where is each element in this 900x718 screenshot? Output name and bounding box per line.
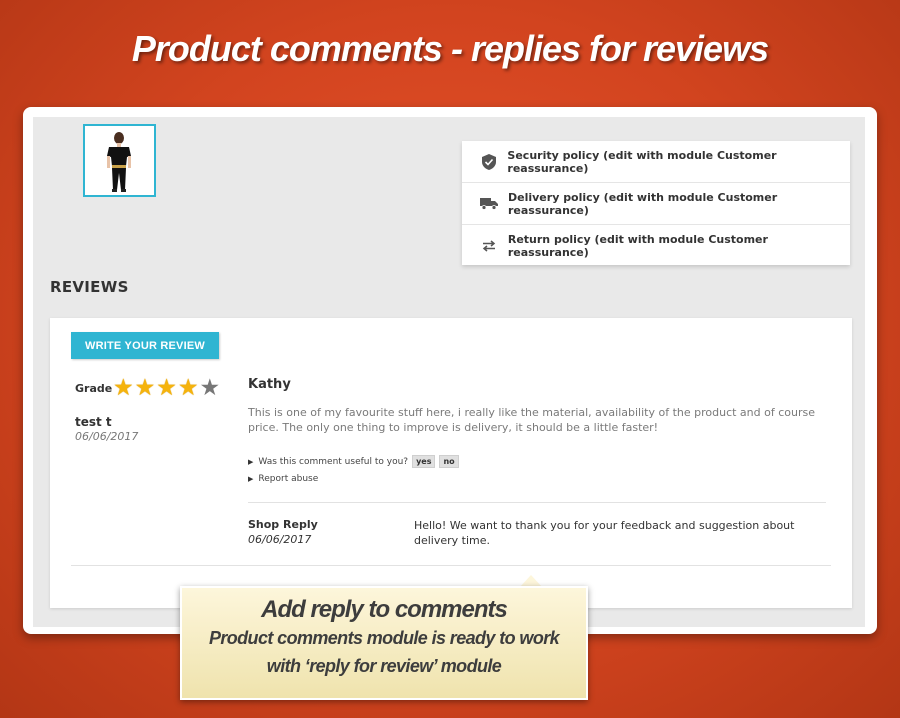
caret-right-icon: ▶: [248, 475, 254, 483]
shop-reply-text: Hello! We want to thank you for your fee…: [414, 519, 795, 547]
review-title: Kathy: [248, 377, 291, 392]
product-thumbnail[interactable]: [83, 124, 156, 197]
policy-label: Delivery policy (edit with module Custom…: [508, 190, 778, 217]
reassurance-block: Security policy (edit with module Custom…: [462, 141, 850, 265]
exchange-icon: [480, 238, 498, 254]
product-page: Security policy (edit with module Custom…: [33, 117, 865, 627]
banner-title: Product comments - replies for reviews: [131, 28, 769, 69]
policy-label: Security policy (edit with module Custom…: [507, 148, 777, 175]
callout-line-2: with ‘reply for review’ module: [266, 656, 502, 676]
reviews-panel: WRITE YOUR REVIEW Grade ★ ★ ★ ★ ★ test t 06/…: [50, 318, 852, 608]
review-date: 06/06/2017: [75, 430, 139, 443]
policy-item-delivery: Delivery policy (edit with module Custom…: [462, 183, 850, 225]
truck-icon: [480, 196, 498, 212]
reviews-heading: REVIEWS: [50, 278, 129, 296]
feature-callout: Add reply to comments Product comments m…: [180, 586, 588, 700]
shop-reply-label: Shop Reply: [248, 518, 318, 531]
rating-stars: ★ ★ ★ ★ ★: [113, 377, 220, 400]
vote-yes-button[interactable]: yes: [412, 455, 436, 468]
shield-icon: [480, 153, 497, 170]
star-icon: ★: [199, 375, 221, 401]
grade-label: Grade: [75, 382, 113, 395]
report-label: Report abuse: [258, 474, 319, 484]
divider: [71, 565, 831, 566]
write-review-button[interactable]: WRITE YOUR REVIEW: [71, 332, 219, 359]
useful-question: ▶ Was this comment useful to you? yes no: [248, 455, 459, 468]
review-author: test t: [75, 415, 112, 429]
report-abuse-link[interactable]: ▶ Report abuse: [248, 474, 318, 484]
callout-line-1: Product comments module is ready to work: [208, 628, 560, 648]
vote-no-button[interactable]: no: [439, 455, 459, 468]
star-icon: ★: [134, 375, 156, 401]
product-image: [85, 126, 154, 195]
policy-item-security: Security policy (edit with module Custom…: [462, 141, 850, 183]
policy-label: Return policy (edit with module Customer…: [507, 232, 768, 259]
divider: [248, 502, 826, 503]
useful-label: Was this comment useful to you?: [258, 456, 409, 467]
star-icon: ★: [113, 375, 134, 401]
shop-reply-date: 06/06/2017: [248, 533, 312, 546]
review-text: This is one of my favourite stuff here, …: [248, 406, 815, 434]
star-icon: ★: [177, 375, 199, 401]
star-icon: ★: [156, 375, 177, 401]
caret-right-icon: ▶: [248, 457, 254, 466]
policy-item-return: Return policy (edit with module Customer…: [462, 225, 850, 266]
callout-heading: Add reply to comments: [261, 596, 508, 623]
screenshot-frame: Security policy (edit with module Custom…: [23, 107, 877, 634]
